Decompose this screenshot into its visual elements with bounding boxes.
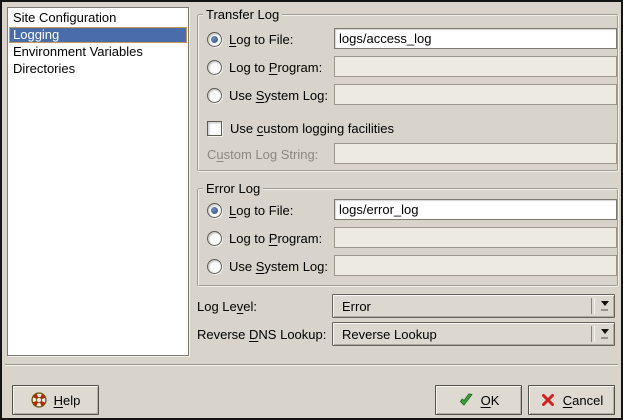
transfer-use-system-log-row: Use System Log: <box>207 84 617 106</box>
log-level-label: Log Level: <box>197 299 257 314</box>
combo-separator <box>591 298 595 314</box>
custom-log-string-label: Custom Log String: <box>207 147 318 162</box>
transfer-use-system-log-radio[interactable] <box>207 88 222 103</box>
error-log-program-input <box>334 227 617 248</box>
ok-button[interactable]: OK <box>435 385 522 415</box>
transfer-log-to-program-row: Log to Program: <box>207 56 617 78</box>
sidebar-item-directories[interactable]: Directories <box>9 61 187 77</box>
log-level-select[interactable]: Error <box>332 294 615 318</box>
error-log-file-input[interactable] <box>334 199 617 220</box>
ok-button-label: OK <box>481 393 500 408</box>
error-log-to-file-label: Log to File: <box>229 203 293 218</box>
sidebar-item-environment-variables[interactable]: Environment Variables <box>9 44 187 60</box>
reverse-dns-value: Reverse Lookup <box>342 327 437 342</box>
help-lifesaver-icon <box>31 392 47 408</box>
error-log-group: Error Log Log to File: Log to Program: U… <box>197 188 619 287</box>
transfer-log-to-program-radio[interactable] <box>207 60 222 75</box>
transfer-log-to-file-radio[interactable] <box>207 32 222 47</box>
reverse-dns-row: Reverse DNS Lookup: Reverse Lookup <box>197 322 619 346</box>
help-button-label: Help <box>54 393 81 408</box>
error-system-log-input <box>334 255 617 276</box>
reverse-dns-select[interactable]: Reverse Lookup <box>332 322 615 346</box>
error-log-to-file-radio[interactable] <box>207 203 222 218</box>
transfer-system-log-input <box>334 84 617 105</box>
error-use-system-log-row: Use System Log: <box>207 255 617 277</box>
transfer-log-to-program-label: Log to Program: <box>229 60 322 75</box>
custom-log-string-row: Custom Log String: <box>207 143 617 165</box>
log-level-value: Error <box>342 299 371 314</box>
error-log-group-title: Error Log <box>203 181 263 196</box>
custom-logging-facilities-row: Use custom logging facilities <box>207 117 617 139</box>
chevron-down-icon <box>599 301 610 311</box>
reverse-dns-label: Reverse DNS Lookup: <box>197 327 326 342</box>
log-level-row: Log Level: Error <box>197 294 619 318</box>
transfer-log-to-file-label: Log to File: <box>229 32 293 47</box>
error-log-to-file-row: Log to File: <box>207 199 617 221</box>
cancel-button[interactable]: Cancel <box>528 385 615 415</box>
transfer-log-program-input <box>334 56 617 77</box>
transfer-log-to-file-row: Log to File: <box>207 28 617 50</box>
sidebar-item-logging[interactable]: Logging <box>9 27 187 43</box>
ok-check-icon <box>458 392 474 408</box>
cancel-x-icon <box>540 392 556 408</box>
httpd-logging-dialog: Site Configuration Logging Environment V… <box>0 0 623 420</box>
custom-logging-facilities-checkbox[interactable] <box>207 121 222 136</box>
error-log-to-program-radio[interactable] <box>207 231 222 246</box>
error-use-system-log-label: Use System Log: <box>229 259 328 274</box>
transfer-log-group: Transfer Log Log to File: Log to Program… <box>197 14 619 172</box>
error-use-system-log-radio[interactable] <box>207 259 222 274</box>
category-list: Site Configuration Logging Environment V… <box>7 7 189 356</box>
custom-logging-facilities-label: Use custom logging facilities <box>230 121 394 136</box>
sidebar-item-site-configuration[interactable]: Site Configuration <box>9 10 187 26</box>
cancel-button-label: Cancel <box>563 393 603 408</box>
custom-log-string-input <box>334 143 617 164</box>
chevron-down-icon <box>599 329 610 339</box>
help-button[interactable]: Help <box>12 385 99 415</box>
transfer-use-system-log-label: Use System Log: <box>229 88 328 103</box>
transfer-log-file-input[interactable] <box>334 28 617 49</box>
button-bar-separator <box>5 364 618 365</box>
combo-separator <box>591 326 595 342</box>
error-log-to-program-row: Log to Program: <box>207 227 617 249</box>
transfer-log-group-title: Transfer Log <box>203 7 282 22</box>
error-log-to-program-label: Log to Program: <box>229 231 322 246</box>
